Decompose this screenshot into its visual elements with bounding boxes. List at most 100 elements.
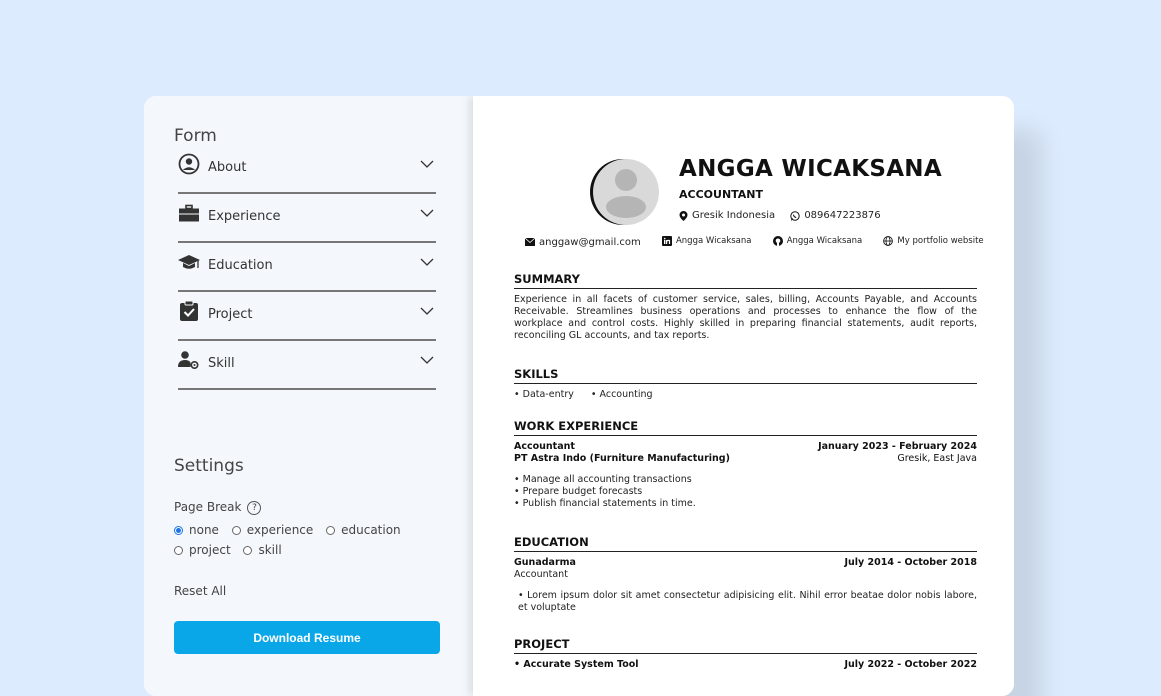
user-gear-icon <box>178 349 200 371</box>
github-icon <box>772 236 783 246</box>
education-major: Accountant <box>514 569 568 580</box>
radio-none[interactable]: none <box>174 523 219 537</box>
radio-education[interactable]: education <box>326 523 401 537</box>
summary-section: SUMMARY Experience in all facets of cust… <box>514 272 977 342</box>
accordion-skill[interactable]: Skill <box>178 339 436 390</box>
radio-experience[interactable]: experience <box>231 523 314 537</box>
summary-text: Experience in all facets of customer ser… <box>514 294 977 341</box>
radio-dot[interactable] <box>174 545 183 555</box>
accordion-label: About <box>208 160 247 175</box>
email-item[interactable]: anggaw@gmail.com <box>525 237 641 248</box>
project-title: PROJECT <box>514 637 977 654</box>
list-item: • Prepare budget forecasts <box>514 486 643 497</box>
radio-dot[interactable] <box>231 525 241 535</box>
education-header-row: Gunadarma July 2014 - October 2018 <box>514 557 977 569</box>
education-desc: • Lorem ipsum dolor sit amet consectetur… <box>518 590 977 613</box>
phone-item: 089647223876 <box>790 210 881 221</box>
radio-label: experience <box>246 523 314 537</box>
work-experience-section: WORK EXPERIENCE Accountant January 2023 … <box>514 419 977 510</box>
education-section: EDUCATION Gunadarma July 2014 - October … <box>514 535 977 614</box>
globe-icon <box>883 236 894 246</box>
accordion-label: Skill <box>208 356 235 371</box>
location-item: Gresik Indonesia <box>679 210 775 221</box>
radio-label: skill <box>258 543 282 557</box>
skill-item: • Accounting <box>590 389 653 400</box>
radio-dot[interactable] <box>243 545 253 555</box>
location-phone-row: Gresik Indonesia 089647223876 <box>679 210 899 224</box>
education-dates: July 2014 - October 2018 <box>844 557 977 568</box>
github-text: Angga Wicaksana <box>786 236 863 246</box>
chevron-down-icon <box>420 304 434 318</box>
resume-preview: ANGGA WICAKSANA ACCOUNTANT Gresik Indone… <box>473 96 1014 696</box>
email-text: anggaw@gmail.com <box>539 236 641 248</box>
skills-list: • Data-entry • Accounting <box>514 389 977 401</box>
radio-label: none <box>189 523 219 537</box>
work-company-row: PT Astra Indo (Furniture Manufacturing) … <box>514 453 977 465</box>
chevron-down-icon <box>420 255 434 269</box>
summary-title: SUMMARY <box>514 272 977 289</box>
accordion-about[interactable]: About <box>178 143 436 194</box>
linkedin-text: Angga Wicaksana <box>675 236 752 246</box>
accordion-label: Project <box>208 307 253 322</box>
avatar <box>587 158 659 226</box>
github-item[interactable]: Angga Wicaksana <box>772 236 863 246</box>
page-break-options-row-2: project skill <box>174 543 291 558</box>
accordion-experience[interactable]: Experience <box>178 192 436 243</box>
user-circle-icon <box>178 153 200 175</box>
resume-name: ANGGA WICAKSANA <box>679 156 942 182</box>
location-text: Gresik Indonesia <box>692 210 776 221</box>
radio-label: project <box>189 543 231 557</box>
skills-title: SKILLS <box>514 367 977 384</box>
work-bullets: • Manage all accounting transactions • P… <box>514 474 977 510</box>
linkedin-icon <box>661 236 672 246</box>
work-title: WORK EXPERIENCE <box>514 419 977 436</box>
envelope-icon <box>525 238 535 246</box>
project-dates: July 2022 - October 2022 <box>844 659 977 670</box>
briefcase-icon <box>178 202 200 224</box>
website-text: My portfolio website <box>897 236 984 246</box>
whatsapp-icon <box>790 210 801 221</box>
help-icon[interactable]: ? <box>247 500 262 515</box>
project-header-row: • Accurate System Tool July 2022 - Octob… <box>514 659 977 671</box>
page-break-options-row-1: none experience education <box>174 523 410 538</box>
settings-title: Settings <box>174 456 244 476</box>
accordion-label: Experience <box>208 209 281 224</box>
linkedin-item[interactable]: Angga Wicaksana <box>661 236 752 246</box>
chevron-down-icon <box>420 353 434 367</box>
skills-section: SKILLS • Data-entry • Accounting <box>514 367 977 401</box>
form-panel: Form About Experience Education Project … <box>144 96 470 696</box>
download-resume-button[interactable]: Download Resume <box>174 621 440 654</box>
list-item: • Publish financial statements in time. <box>514 498 696 509</box>
graduation-cap-icon <box>178 251 200 273</box>
radio-dot[interactable] <box>174 525 183 535</box>
radio-skill[interactable]: skill <box>243 543 282 557</box>
reset-all-link[interactable]: Reset All <box>174 584 226 598</box>
accordion-project[interactable]: Project <box>178 290 436 341</box>
work-header-row: Accountant January 2023 - February 2024 <box>514 441 977 453</box>
map-pin-icon <box>679 210 688 221</box>
accordion-label: Education <box>208 258 273 273</box>
page-break-text: Page Break <box>174 500 242 514</box>
radio-dot[interactable] <box>326 525 336 535</box>
chevron-down-icon <box>420 206 434 220</box>
resume-role: ACCOUNTANT <box>679 188 764 201</box>
radio-project[interactable]: project <box>174 543 231 557</box>
work-position: Accountant <box>514 441 575 452</box>
project-name: • Accurate System Tool <box>514 659 639 670</box>
work-place: Gresik, East Java <box>897 453 977 464</box>
website-item[interactable]: My portfolio website <box>883 236 984 246</box>
skill-item: • Data-entry <box>514 389 574 400</box>
contact-row: anggaw@gmail.com Angga Wicaksana Angga W… <box>525 236 1002 249</box>
accordion-education[interactable]: Education <box>178 241 436 292</box>
work-company: PT Astra Indo (Furniture Manufacturing) <box>514 453 730 464</box>
clipboard-check-icon <box>178 300 200 322</box>
phone-text: 089647223876 <box>804 210 881 221</box>
list-item: • Manage all accounting transactions <box>514 474 692 485</box>
resume-builder-card: Form About Experience Education Project … <box>144 96 1014 696</box>
page-break-label: Page Break? <box>174 500 262 515</box>
project-section: PROJECT • Accurate System Tool July 2022… <box>514 637 977 671</box>
work-dates: January 2023 - February 2024 <box>818 441 977 452</box>
education-school: Gunadarma <box>514 557 576 568</box>
chevron-down-icon <box>420 157 434 171</box>
education-title: EDUCATION <box>514 535 977 552</box>
